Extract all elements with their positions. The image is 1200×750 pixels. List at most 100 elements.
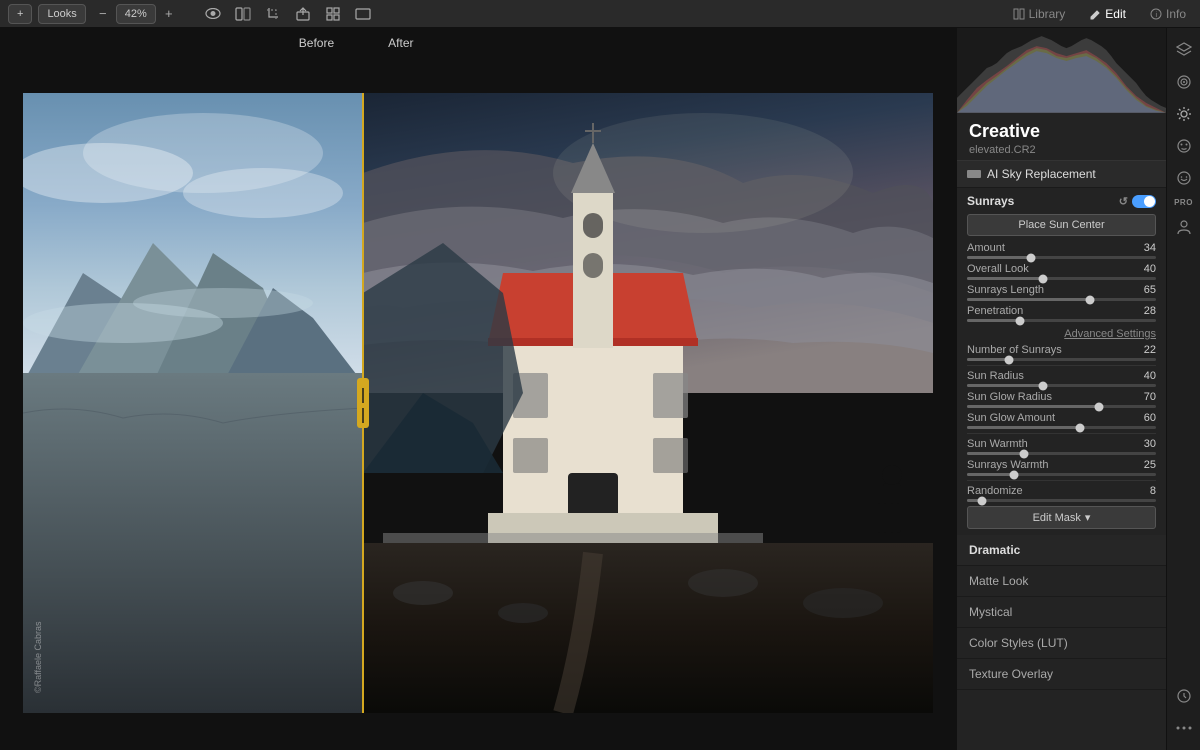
penetration-slider[interactable]	[967, 319, 1156, 322]
looks-button[interactable]: Looks	[38, 4, 85, 24]
randomize-label: Randomize	[967, 485, 1023, 497]
crop-button[interactable]	[262, 4, 284, 24]
right-panel: Creative elevated.CR2 AI Sky Replacement…	[956, 28, 1166, 750]
canvas-area: Before After	[0, 28, 956, 750]
texture-overlay-item[interactable]: Texture Overlay	[957, 659, 1166, 690]
penetration-slider-row: Penetration 28	[967, 305, 1156, 322]
sun-warmth-slider[interactable]	[967, 452, 1156, 455]
penetration-label: Penetration	[967, 305, 1023, 317]
zoom-level[interactable]: 42%	[116, 4, 156, 24]
overall-look-slider-row: Overall Look 40	[967, 263, 1156, 280]
sun-glow-amount-slider[interactable]	[967, 426, 1156, 429]
compare-button[interactable]	[232, 4, 254, 24]
amount-slider-row: Amount 34	[967, 242, 1156, 259]
zoom-controls: − 42% +	[92, 4, 180, 24]
section-icon	[967, 170, 981, 178]
icon-bar: PRO	[1166, 28, 1200, 750]
zoom-out-button[interactable]: −	[92, 4, 114, 24]
add-button[interactable]: +	[8, 4, 32, 24]
zoom-in-button[interactable]: +	[158, 4, 180, 24]
sun-warmth-label: Sun Warmth	[967, 438, 1028, 450]
add-icon: +	[17, 8, 23, 20]
info-tab[interactable]: i Info	[1144, 5, 1192, 23]
window-button[interactable]	[352, 4, 374, 24]
matte-look-item[interactable]: Matte Look	[957, 566, 1166, 597]
overall-look-label: Overall Look	[967, 263, 1029, 275]
sunrays-warmth-slider[interactable]	[967, 473, 1156, 476]
export-button[interactable]	[292, 4, 314, 24]
histogram	[957, 28, 1166, 113]
library-tab[interactable]: Library	[1007, 5, 1072, 23]
sunrays-warmth-label: Sunrays Warmth	[967, 459, 1049, 471]
panel-title: Creative	[969, 121, 1154, 142]
sun-glow-radius-slider-row: Sun Glow Radius 70	[967, 391, 1156, 408]
amount-value: 34	[1144, 242, 1156, 254]
number-sunrays-value: 22	[1144, 344, 1156, 356]
penetration-value: 28	[1144, 305, 1156, 317]
number-sunrays-slider[interactable]	[967, 358, 1156, 361]
grid-view-button[interactable]	[322, 4, 344, 24]
sun-warmth-slider-row: Sun Warmth 30	[967, 438, 1156, 455]
toolbar-right: Library Edit i Info	[1007, 5, 1192, 23]
sunrays-controls: ↺	[1119, 195, 1156, 208]
svg-text:i: i	[1155, 12, 1157, 19]
advanced-settings-link[interactable]: Advanced Settings	[967, 326, 1156, 344]
panel-subtitle: elevated.CR2	[969, 144, 1154, 156]
sun-radius-slider-row: Sun Radius 40	[967, 370, 1156, 387]
pro-badge: PRO	[1174, 198, 1193, 207]
adjust-button[interactable]	[1170, 68, 1198, 96]
sun-radius-label: Sun Radius	[967, 370, 1024, 382]
sunrays-length-slider[interactable]	[967, 298, 1156, 301]
amount-slider[interactable]	[967, 256, 1156, 259]
sunrays-length-slider-row: Sunrays Length 65	[967, 284, 1156, 301]
toolbar-center	[202, 4, 374, 24]
sun-warmth-value: 30	[1144, 438, 1156, 450]
amount-label: Amount	[967, 242, 1005, 254]
sun-radius-value: 40	[1144, 370, 1156, 382]
more-button[interactable]	[1170, 714, 1198, 742]
panel-header: Creative elevated.CR2	[957, 113, 1166, 160]
panel-content[interactable]: Creative elevated.CR2 AI Sky Replacement…	[957, 113, 1166, 750]
sun-glow-amount-slider-row: Sun Glow Amount 60	[967, 412, 1156, 429]
randomize-slider-row: Randomize 8	[967, 485, 1156, 502]
dramatic-category[interactable]: Dramatic	[957, 535, 1166, 566]
sun-glow-amount-value: 60	[1144, 412, 1156, 424]
ai-sky-label: AI Sky Replacement	[987, 167, 1096, 181]
sunrays-length-value: 65	[1144, 284, 1156, 296]
mystical-item[interactable]: Mystical	[957, 597, 1166, 628]
person-button[interactable]	[1170, 213, 1198, 241]
randomize-slider[interactable]	[967, 499, 1156, 502]
history-button[interactable]	[1170, 682, 1198, 710]
randomize-value: 8	[1150, 485, 1156, 497]
sun-radius-slider[interactable]	[967, 384, 1156, 387]
toolbar: + Looks − 42% + Library	[0, 0, 1200, 28]
sun-glow-radius-slider[interactable]	[967, 405, 1156, 408]
edit-mask-button[interactable]: Edit Mask ▾	[967, 506, 1156, 529]
preview-button[interactable]	[202, 4, 224, 24]
sun-glow-amount-label: Sun Glow Amount	[967, 412, 1055, 424]
watermark: ©Raffaele Cabras	[33, 621, 43, 693]
color-styles-item[interactable]: Color Styles (LUT)	[957, 628, 1166, 659]
sun-glow-radius-label: Sun Glow Radius	[967, 391, 1052, 403]
sunrays-warmth-slider-row: Sunrays Warmth 25	[967, 459, 1156, 476]
sunrays-length-label: Sunrays Length	[967, 284, 1044, 296]
overall-look-slider[interactable]	[967, 277, 1156, 280]
number-sunrays-label: Number of Sunrays	[967, 344, 1062, 356]
reset-icon[interactable]: ↺	[1119, 195, 1128, 208]
overall-look-value: 40	[1144, 263, 1156, 275]
sunrays-warmth-value: 25	[1144, 459, 1156, 471]
main-area: Before After	[0, 28, 1200, 750]
place-sun-center-button[interactable]: Place Sun Center	[967, 214, 1156, 236]
edit-tab[interactable]: Edit	[1083, 5, 1132, 23]
image-container[interactable]: ©Raffaele Cabras	[0, 28, 956, 750]
sunrays-toggle[interactable]	[1132, 195, 1156, 208]
sun-button[interactable]	[1170, 100, 1198, 128]
sun-glow-radius-value: 70	[1144, 391, 1156, 403]
photo-canvas: ©Raffaele Cabras	[23, 93, 933, 713]
sunrays-section: Sunrays ↺ Place Sun Center Amount 34	[957, 187, 1166, 535]
layers-button[interactable]	[1170, 36, 1198, 64]
face-button[interactable]	[1170, 132, 1198, 160]
number-sunrays-slider-row: Number of Sunrays 22	[967, 344, 1156, 361]
ai-sky-section-header[interactable]: AI Sky Replacement	[957, 160, 1166, 187]
smile-button[interactable]	[1170, 164, 1198, 192]
